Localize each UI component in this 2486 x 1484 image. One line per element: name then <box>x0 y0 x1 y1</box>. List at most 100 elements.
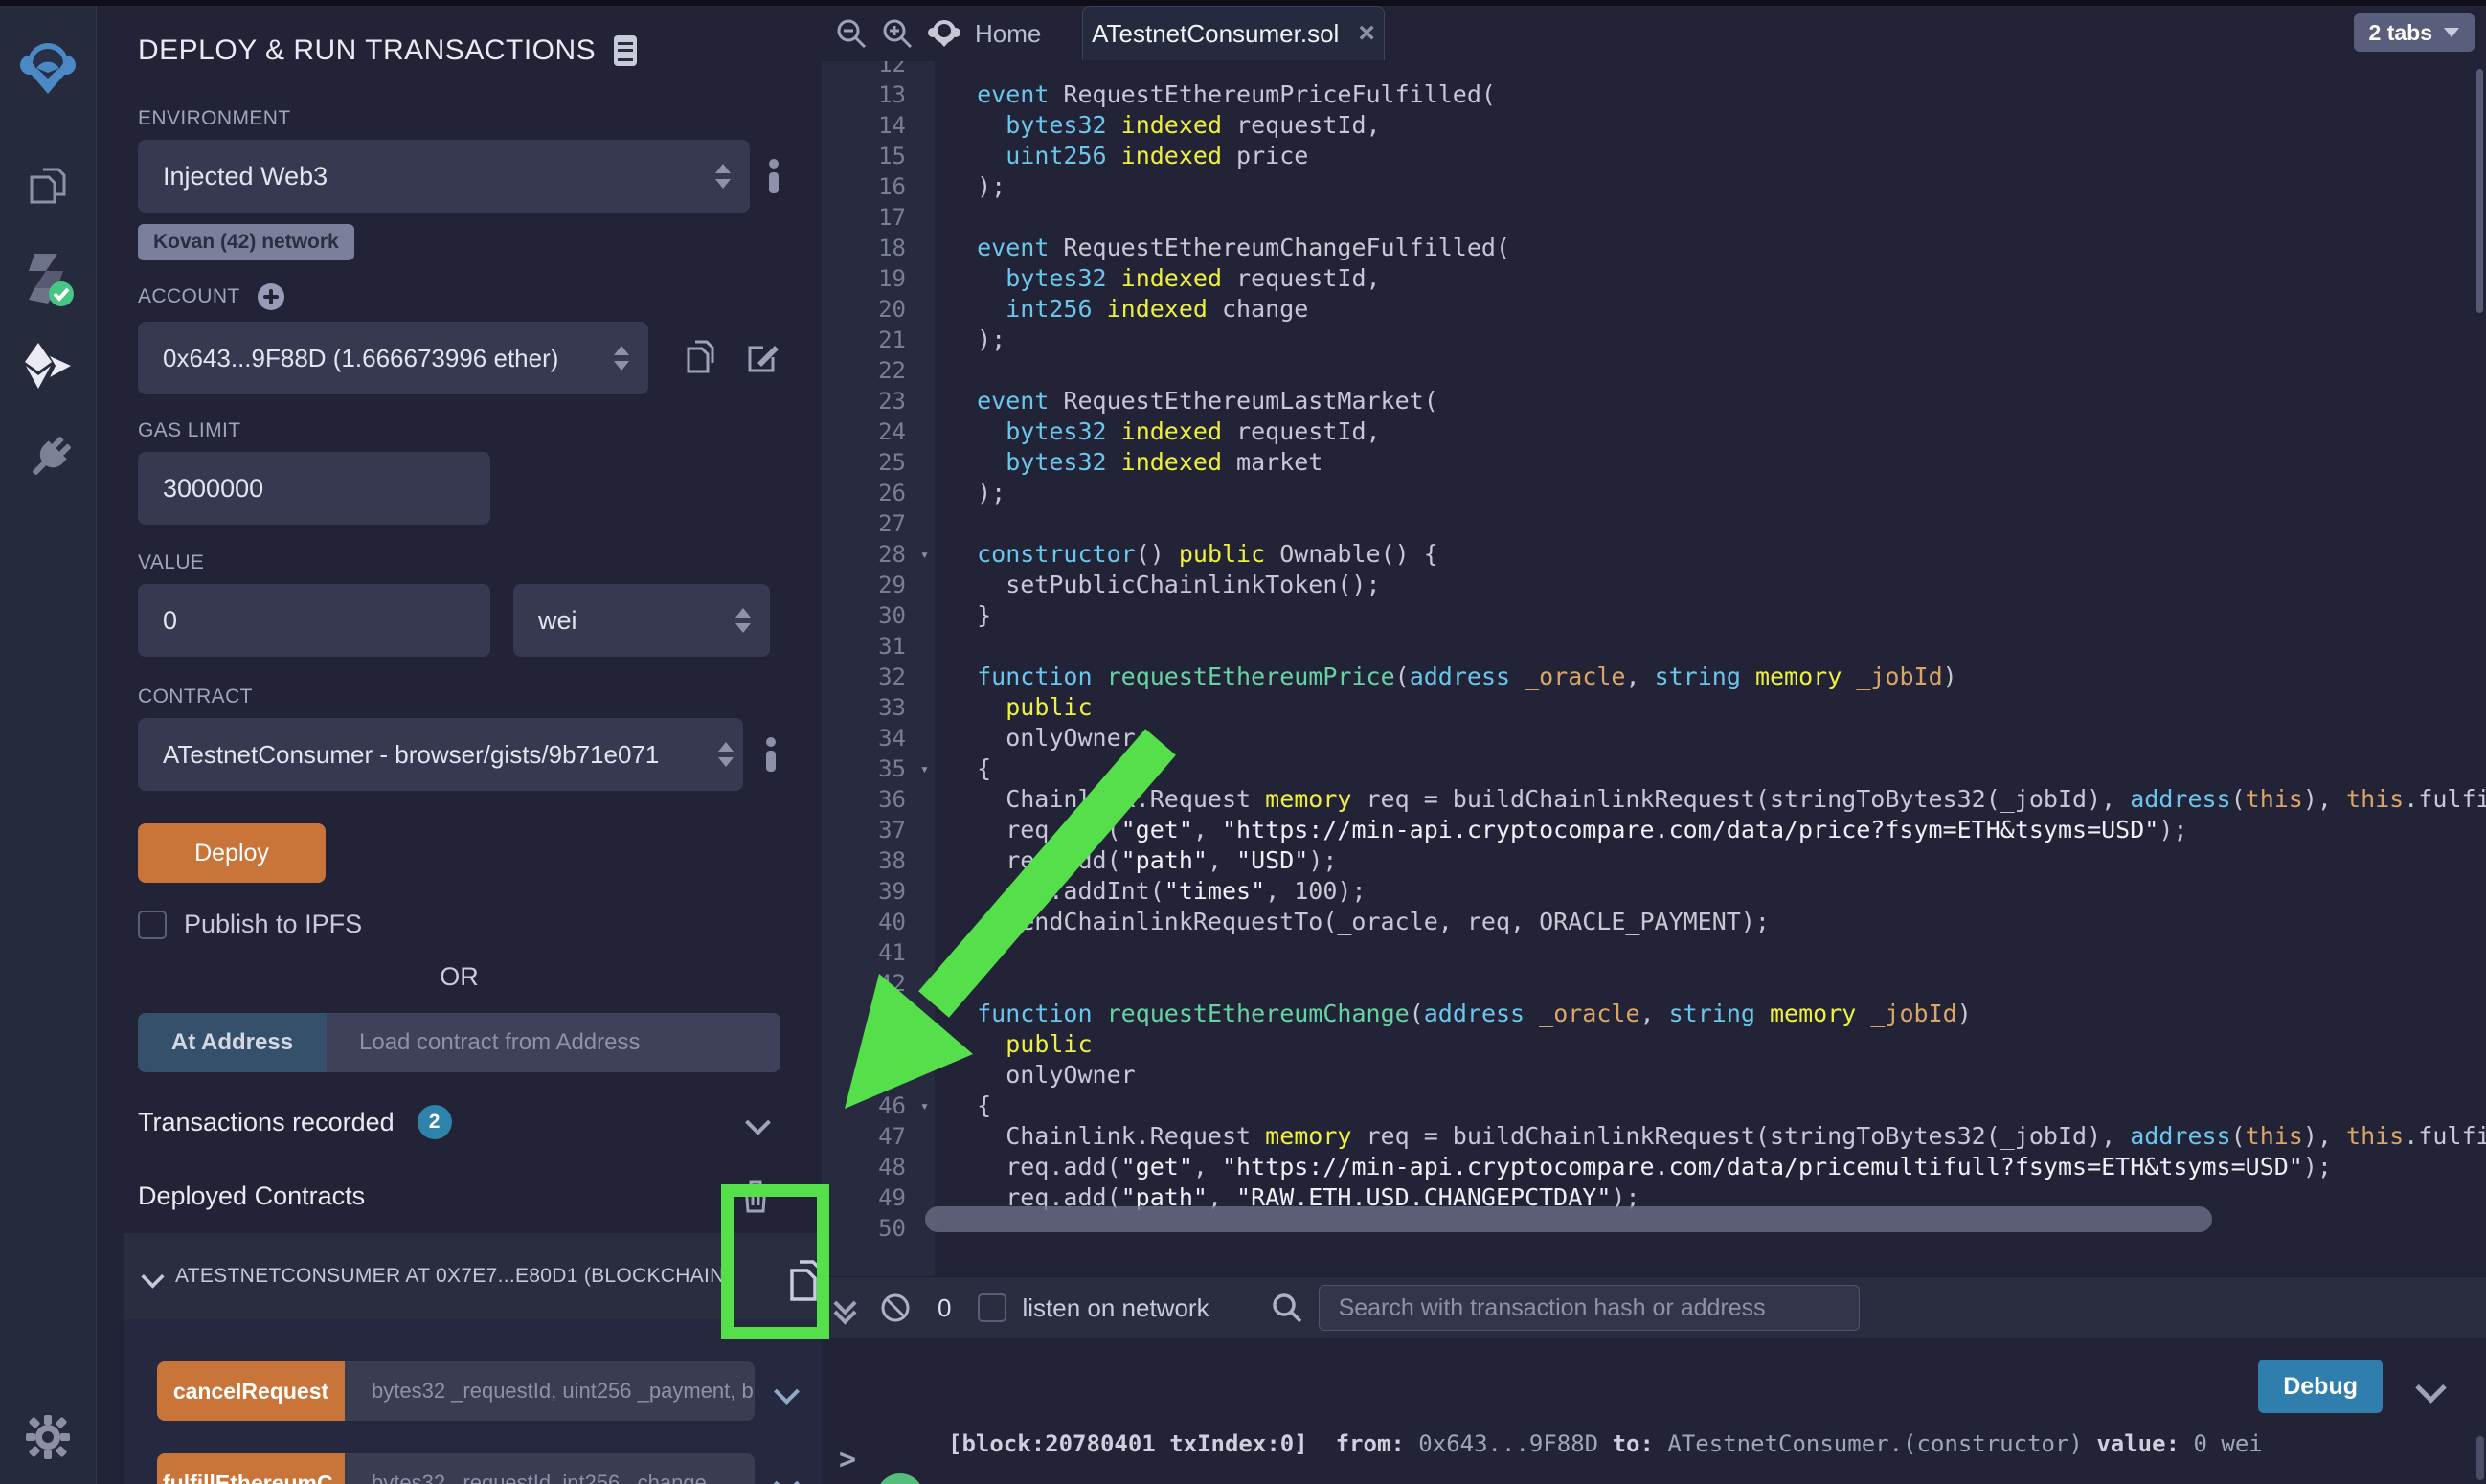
code-line[interactable]: 16 ); <box>822 171 2486 202</box>
vertical-scrollbar[interactable] <box>2476 69 2483 313</box>
line-number[interactable]: 22 <box>822 355 935 386</box>
terminal-prompt[interactable]: > <box>839 1443 856 1476</box>
zoom-in-icon[interactable] <box>881 17 914 50</box>
line-number[interactable]: 12 <box>822 61 935 79</box>
line-number[interactable]: 35▾ <box>822 753 935 784</box>
line-number[interactable]: 24 <box>822 416 935 447</box>
sidebar-item-file-explorer[interactable] <box>0 164 96 212</box>
code-line[interactable]: 28▾ constructor() public Ownable() { <box>822 539 2486 570</box>
code-line[interactable]: 34 onlyOwner <box>822 723 2486 753</box>
line-number[interactable]: 25 <box>822 447 935 478</box>
line-number[interactable]: 34 <box>822 723 935 753</box>
publish-ipfs-checkbox[interactable] <box>138 911 167 939</box>
line-number[interactable]: 37 <box>822 815 935 845</box>
line-number[interactable]: 19 <box>822 263 935 294</box>
code-line[interactable]: 20 int256 indexed change <box>822 294 2486 325</box>
line-number[interactable]: 40 <box>822 907 935 937</box>
line-number[interactable]: 23 <box>822 386 935 416</box>
code-line[interactable]: 37 req.add("get", "https://min-api.crypt… <box>822 815 2486 845</box>
clear-console-ban-icon[interactable] <box>878 1291 913 1325</box>
code-line[interactable]: 33 public <box>822 692 2486 723</box>
terminal-scrollbar[interactable] <box>2476 1436 2484 1480</box>
line-number[interactable]: 48 <box>822 1152 935 1182</box>
listen-on-network-checkbox[interactable] <box>978 1293 1006 1322</box>
value-unit-select[interactable]: wei <box>513 584 770 657</box>
collapse-terminal-icon[interactable] <box>837 1295 853 1315</box>
chevron-down-icon[interactable] <box>745 1110 771 1135</box>
sidebar-item-settings[interactable] <box>0 1413 96 1461</box>
code-line[interactable]: 12 <box>822 61 2486 79</box>
code-line[interactable]: 31 <box>822 631 2486 662</box>
at-address-button[interactable]: At Address <box>138 1013 327 1072</box>
expand-function-chevron-icon[interactable] <box>774 1379 800 1405</box>
line-number[interactable]: 50 <box>822 1213 935 1244</box>
fold-chevron-icon[interactable]: ▾ <box>920 753 929 784</box>
line-number[interactable]: 39 <box>822 876 935 907</box>
tab-active-file[interactable]: ATestnetConsumer.sol × <box>1082 6 1385 60</box>
line-number[interactable]: 46▾ <box>822 1091 935 1121</box>
code-line[interactable]: 36 Chainlink.Request memory req = buildC… <box>822 784 2486 815</box>
debug-button[interactable]: Debug <box>2258 1360 2383 1413</box>
zoom-out-icon[interactable] <box>835 17 868 50</box>
line-number[interactable]: 26 <box>822 478 935 508</box>
code-line[interactable]: 19 bytes32 indexed requestId, <box>822 263 2486 294</box>
code-editor[interactable]: 1213 event RequestEthereumPriceFulfilled… <box>822 61 2486 1276</box>
code-line[interactable]: 24 bytes32 indexed requestId, <box>822 416 2486 447</box>
line-number[interactable]: 31 <box>822 631 935 662</box>
line-number[interactable]: 15 <box>822 141 935 171</box>
remix-logo[interactable] <box>0 38 96 98</box>
code-line[interactable]: 15 uint256 indexed price <box>822 141 2486 171</box>
chevron-down-icon[interactable] <box>141 1265 164 1288</box>
code-line[interactable]: 47 Chainlink.Request memory req = buildC… <box>822 1121 2486 1152</box>
code-line[interactable]: 21 ); <box>822 325 2486 355</box>
code-line[interactable]: 48 req.add("get", "https://min-api.crypt… <box>822 1152 2486 1182</box>
line-number[interactable]: 38 <box>822 845 935 876</box>
code-line[interactable]: 22 <box>822 355 2486 386</box>
cancel-request-button[interactable]: cancelRequest <box>157 1361 345 1421</box>
at-address-input[interactable]: Load contract from Address <box>327 1013 780 1072</box>
line-number[interactable]: 27 <box>822 508 935 539</box>
line-number[interactable]: 29 <box>822 570 935 600</box>
expand-function-chevron-icon[interactable] <box>774 1471 800 1484</box>
tabs-count-button[interactable]: 2 tabs <box>2354 13 2475 52</box>
fulfill-ethereum-change-button[interactable]: fulfillEthereumC... <box>157 1453 345 1484</box>
code-line[interactable]: 30 } <box>822 600 2486 631</box>
sidebar-item-deploy-run[interactable] <box>0 341 96 393</box>
sidebar-item-solidity-compiler[interactable] <box>0 250 96 309</box>
line-number[interactable]: 45 <box>822 1060 935 1091</box>
contract-info-icon[interactable] <box>764 737 778 772</box>
line-number[interactable]: 14 <box>822 110 935 141</box>
code-line[interactable]: 40 sendChainlinkRequestTo(_oracle, req, … <box>822 907 2486 937</box>
line-number[interactable]: 28▾ <box>822 539 935 570</box>
line-number[interactable]: 44 <box>822 1029 935 1060</box>
horizontal-scrollbar[interactable] <box>925 1206 2212 1232</box>
close-tab-icon[interactable]: × <box>1358 19 1375 48</box>
expand-log-chevron-icon[interactable] <box>2420 1377 2442 1404</box>
code-line[interactable]: 35▾ { <box>822 753 2486 784</box>
deploy-button[interactable]: Deploy <box>138 823 326 883</box>
code-line[interactable]: 18 event RequestEthereumChangeFulfilled( <box>822 233 2486 263</box>
documentation-icon[interactable] <box>613 34 638 67</box>
code-line[interactable]: 44 public <box>822 1029 2486 1060</box>
environment-select[interactable]: Injected Web3 <box>138 140 750 213</box>
cancel-request-params-input[interactable]: bytes32 _requestId, uint256 _payment, b <box>345 1361 755 1421</box>
home-tab-icon[interactable] <box>927 16 961 51</box>
line-number[interactable]: 32 <box>822 662 935 692</box>
code-line[interactable]: 27 <box>822 508 2486 539</box>
code-line[interactable]: 46▾ { <box>822 1091 2486 1121</box>
code-line[interactable]: 39 req.addInt("times", 100); <box>822 876 2486 907</box>
line-number[interactable]: 36 <box>822 784 935 815</box>
edit-account-icon[interactable] <box>744 340 780 376</box>
line-number[interactable]: 20 <box>822 294 935 325</box>
code-line[interactable]: 45 onlyOwner <box>822 1060 2486 1091</box>
line-number[interactable]: 47 <box>822 1121 935 1152</box>
terminal-search-input[interactable]: Search with transaction hash or address <box>1319 1285 1860 1331</box>
account-select[interactable]: 0x643...9F88D (1.666673996 ether) <box>138 322 648 394</box>
sidebar-item-plugin-manager[interactable] <box>0 432 96 483</box>
line-number[interactable]: 49 <box>822 1182 935 1213</box>
environment-info-icon[interactable] <box>767 159 780 193</box>
code-line[interactable]: 13 event RequestEthereumPriceFulfilled( <box>822 79 2486 110</box>
code-line[interactable]: 38 req.add("path", "USD"); <box>822 845 2486 876</box>
line-number[interactable]: 33 <box>822 692 935 723</box>
add-account-icon[interactable] <box>256 281 286 312</box>
